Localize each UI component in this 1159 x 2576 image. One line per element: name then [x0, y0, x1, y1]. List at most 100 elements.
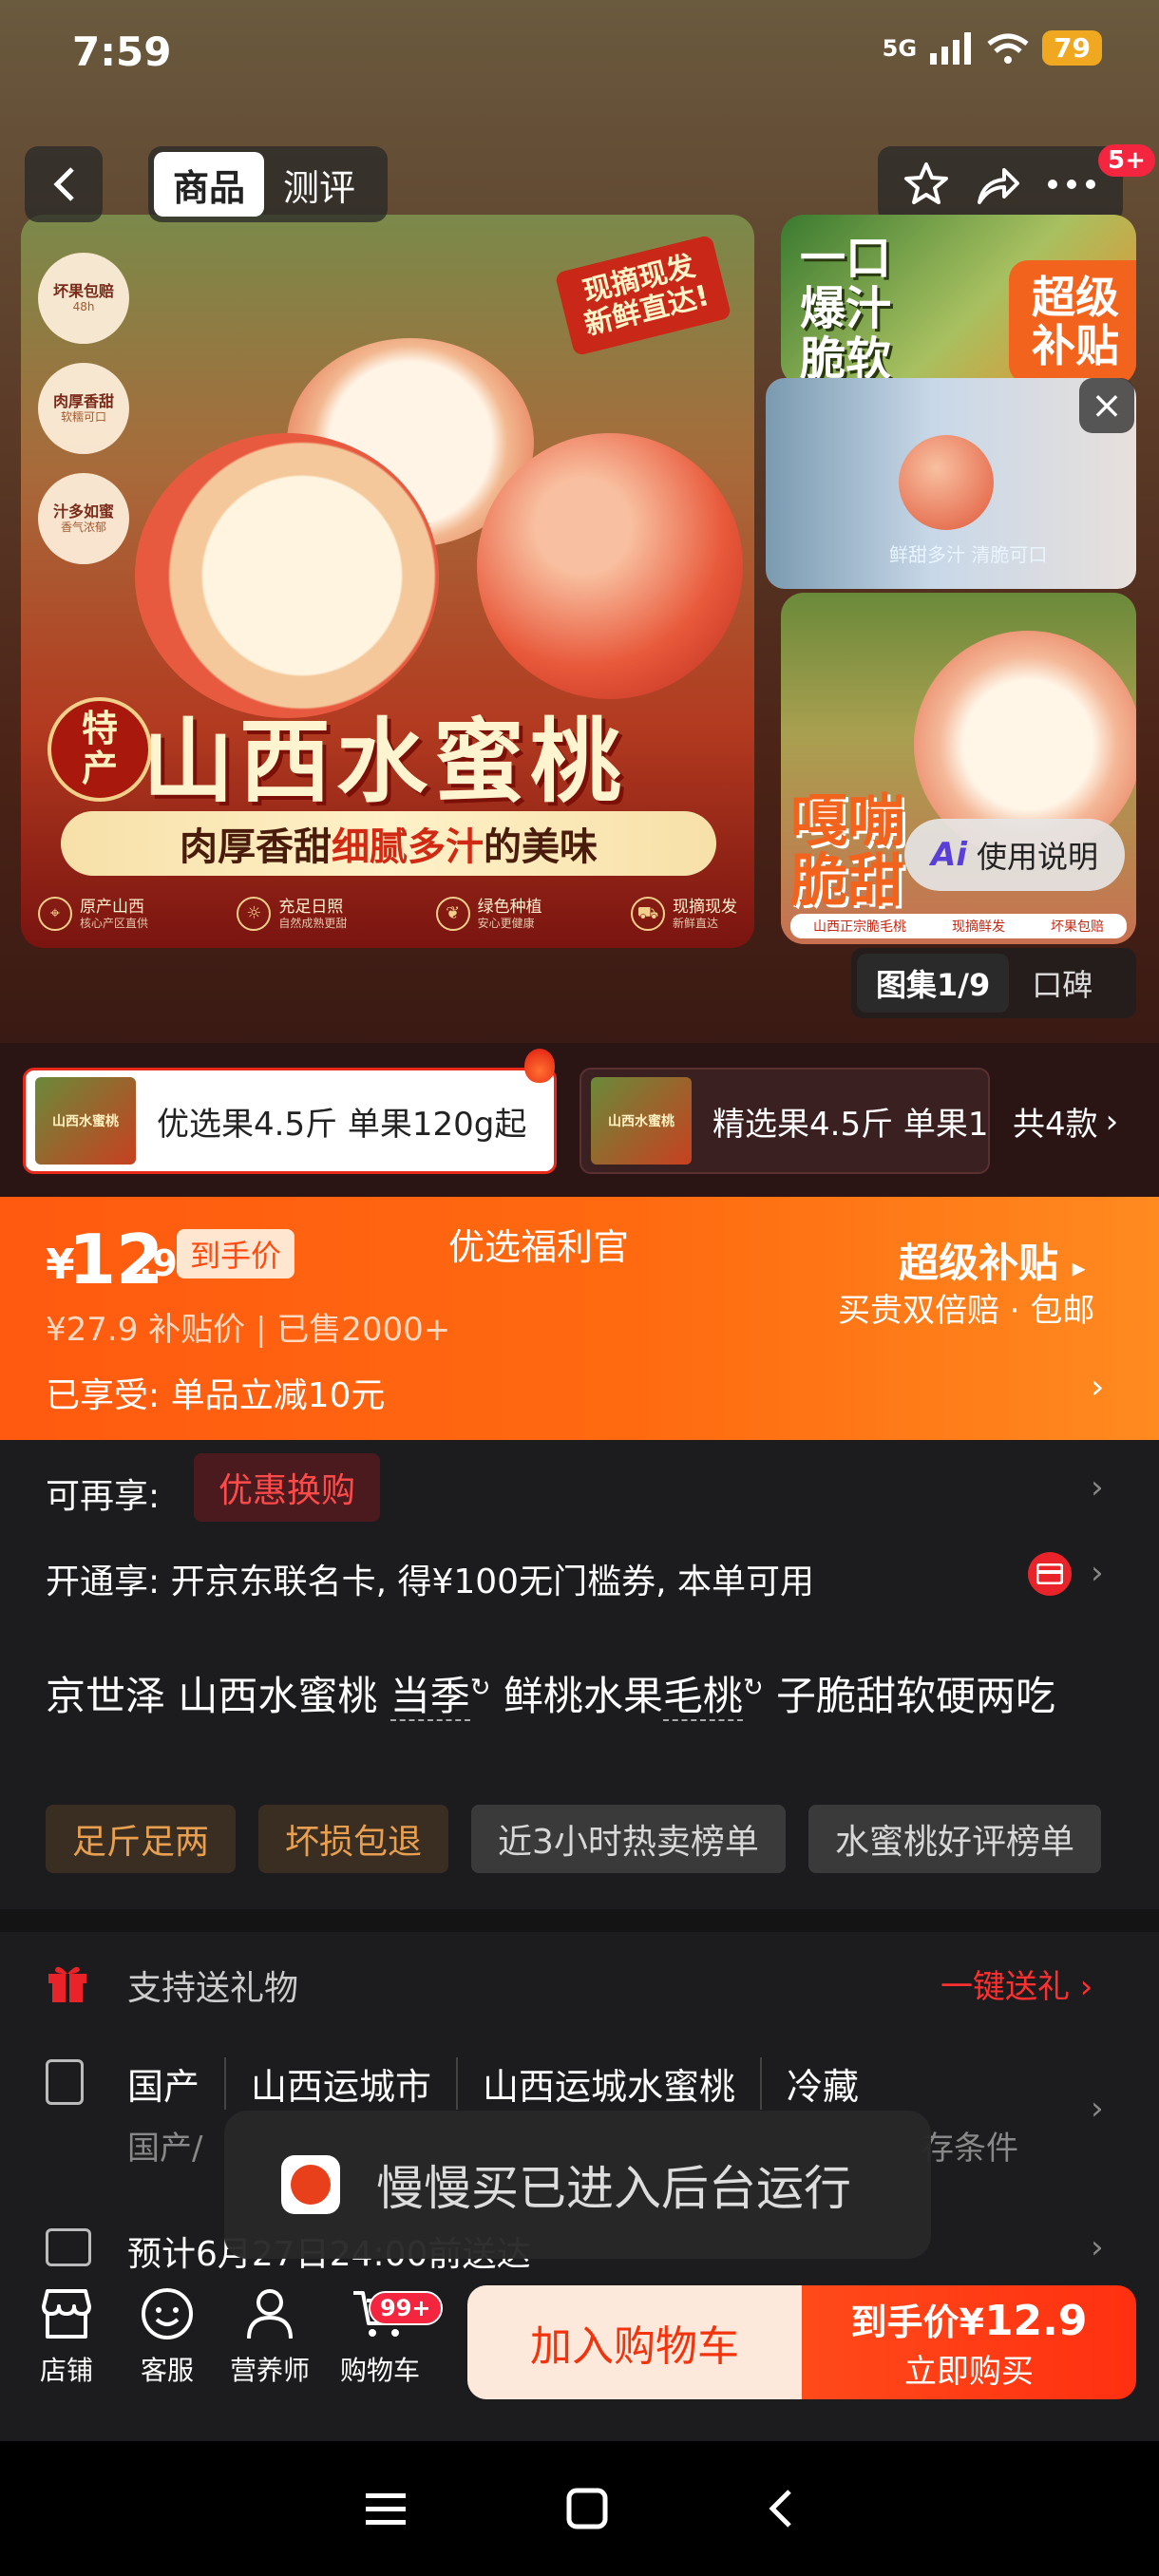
back-button[interactable]	[25, 146, 103, 222]
status-indicators: 5G 79	[883, 30, 1102, 66]
thumb-text: 嘎嘣 脆甜	[790, 788, 904, 915]
video-caption: 鲜甜多汁 清脆可口	[889, 543, 1048, 566]
status-bar: 7:59 5G 79	[0, 0, 1159, 104]
discount-enjoyed[interactable]: 已享受: 单品立减10元	[46, 1368, 385, 1417]
home-icon[interactable]	[566, 2488, 608, 2529]
battery-indicator: 79	[1042, 30, 1102, 66]
slogan-bar: 肉厚香甜 细腻多汁 的美味	[61, 811, 716, 876]
search-link-icon: ↻	[469, 1674, 491, 1702]
image-title: 山西水蜜桃	[142, 709, 627, 815]
more-icon[interactable]	[1045, 175, 1098, 194]
chevron-right-icon[interactable]: ›	[1091, 1554, 1104, 1592]
gallery-thumbnail[interactable]: 嘎嘣 脆甜 山西正宗脆毛桃 现摘鲜发 坏果包赔	[781, 593, 1136, 944]
chevron-right-icon[interactable]: ›	[1091, 1468, 1104, 1506]
ranking-tag[interactable]: 近3小时热卖榜单	[471, 1805, 786, 1873]
variant-thumbnail: 山西水蜜桃	[35, 1077, 136, 1165]
customer-service-button[interactable]: 客服	[120, 2287, 215, 2388]
network-label: 5G	[882, 34, 918, 62]
spec-sub: 国产/	[127, 2130, 203, 2168]
tab-review[interactable]: 测评	[264, 152, 374, 217]
ranking-tag[interactable]: 水蜜桃好评榜单	[808, 1805, 1101, 1873]
hot-flame-icon	[524, 1049, 555, 1083]
spec-row[interactable]: 国产 山西运城市 山西运城水蜜桃 冷藏	[127, 2057, 859, 2110]
peach-whole-image	[477, 433, 743, 699]
welfare-label: 优选福利官	[448, 1226, 630, 1268]
leaf-icon: ❦	[435, 897, 470, 931]
message-badge: 5+	[1098, 144, 1155, 177]
variant-option-selected[interactable]: 山西水蜜桃 优选果4.5斤 单果120g起	[23, 1068, 557, 1174]
badge-item: 坏果包赔 48h	[38, 253, 129, 344]
star-icon[interactable]	[902, 161, 950, 208]
spec-item: 国产	[127, 2057, 227, 2110]
store-icon	[42, 2289, 91, 2339]
price-decimal: .9	[139, 1242, 178, 1284]
variant-option[interactable]: 山西水蜜桃 精选果4.5斤 单果1	[580, 1068, 990, 1174]
truck-icon	[46, 2228, 91, 2266]
feature-item: ☼ 充足日照 自然成熟更甜	[237, 885, 347, 942]
variant-count-link[interactable]: 共4款 ›	[1013, 1098, 1118, 1145]
cart-badge: 99+	[369, 2291, 443, 2325]
chevron-right-icon[interactable]: ›	[1091, 2228, 1104, 2266]
app-icon	[281, 2155, 340, 2214]
service-tag[interactable]: 坏损包退	[258, 1805, 449, 1873]
gallery-tab-reviews[interactable]: 口碑	[1009, 961, 1115, 1005]
chevron-left-icon	[53, 167, 74, 201]
subsidy-subtitle: 买贵双倍赔 · 包邮	[838, 1292, 1095, 1330]
main-product-image[interactable]: 坏果包赔 48h 肉厚香甜 软糯可口 汁多如蜜 香气浓郁 现摘现发 新鲜直达! 特 产…	[21, 215, 754, 948]
ai-guide-label: 使用说明	[976, 839, 1098, 875]
chevron-right-icon: ›	[1091, 1368, 1105, 1407]
tag-row: 足斤足两 坏损包退 近3小时热卖榜单 水蜜桃好评榜单	[46, 1805, 1159, 1873]
peach-half-image	[135, 433, 439, 718]
gallery-thumbnail[interactable]: 一口 爆汁 脆软 超级 补贴	[781, 215, 1136, 386]
status-time: 7:59	[72, 28, 172, 75]
spec-sub: 存条件	[922, 2130, 1018, 2168]
feature-badges: 坏果包赔 48h 肉厚香甜 软糯可口 汁多如蜜 香气浓郁	[38, 253, 129, 564]
subsidy-title[interactable]: 超级补贴 ▸	[899, 1231, 1086, 1289]
add-to-cart-button[interactable]: 加入购物车	[467, 2285, 802, 2399]
gallery-tabs: 图集1/9 口碑	[851, 948, 1136, 1018]
tab-product[interactable]: 商品	[154, 152, 265, 217]
spec-item: 冷藏	[787, 2066, 860, 2108]
gift-label: 支持送礼物	[127, 1969, 299, 2008]
fresh-stamp: 现摘现发 新鲜直达!	[554, 234, 732, 357]
nutritionist-button[interactable]: 营养师	[222, 2287, 317, 2388]
send-gift-link[interactable]: 一键送礼 ›	[940, 1960, 1092, 2007]
feature-item: ⌖ 原产山西 核心产区直供	[38, 885, 148, 942]
service-tag[interactable]: 足斤足两	[46, 1805, 237, 1873]
document-icon	[46, 2059, 84, 2105]
gallery-tab-images[interactable]: 图集1/9	[857, 954, 1010, 1013]
chevron-right-icon[interactable]: ›	[1091, 2090, 1104, 2128]
coupon-tag[interactable]: 优惠换购	[194, 1453, 381, 1522]
system-nav-bar	[0, 2441, 1159, 2576]
ai-guide-button[interactable]: Ai 使用说明	[904, 819, 1125, 891]
special-seal: 特 产	[48, 697, 152, 802]
feature-item: ❦ 绿色种植 安心更健康	[435, 885, 542, 942]
store-button[interactable]: 店铺	[19, 2287, 114, 2388]
share-icon[interactable]	[974, 161, 1021, 208]
close-icon: ×	[1091, 384, 1123, 427]
top-actions	[878, 146, 1123, 222]
coupon-label: 可再享:	[46, 1477, 161, 1516]
thumb-text: 一口 爆汁 脆软	[800, 232, 892, 386]
spec-item: 山西运城水蜜桃	[483, 2057, 763, 2110]
menu-icon[interactable]	[364, 2490, 408, 2528]
wifi-icon	[987, 33, 1029, 64]
toast-text: 慢慢买已进入后台运行	[376, 2161, 851, 2216]
chat-face-icon	[142, 2288, 193, 2339]
video-peach-image	[899, 435, 994, 530]
close-video-button[interactable]: ×	[1079, 378, 1134, 433]
buy-price: 到手价¥12.9	[850, 2297, 1088, 2345]
sun-icon: ☼	[237, 897, 272, 931]
top-tabs: 商品 测评	[148, 146, 388, 222]
card-icon	[1028, 1552, 1072, 1596]
signal-icon	[930, 31, 972, 65]
location-icon: ⌖	[38, 897, 72, 931]
member-card-offer[interactable]: 开通享: 开京东联名卡, 得¥100无门槛券, 本单可用	[46, 1554, 814, 1603]
price-tag: 到手价	[177, 1229, 295, 1279]
variant-label: 优选果4.5斤 单果120g起	[157, 1105, 527, 1144]
chevron-right-icon: ›	[1105, 1102, 1119, 1141]
back-nav-icon[interactable]	[767, 2488, 795, 2529]
buy-now-button[interactable]: 到手价¥12.9 立即购买	[802, 2285, 1136, 2399]
product-title: 京世泽 山西水蜜桃 当季↻ 鲜桃水果毛桃↻ 子脆甜软硬两吃	[46, 1673, 1056, 1721]
truck-icon: ⛟	[630, 897, 665, 931]
